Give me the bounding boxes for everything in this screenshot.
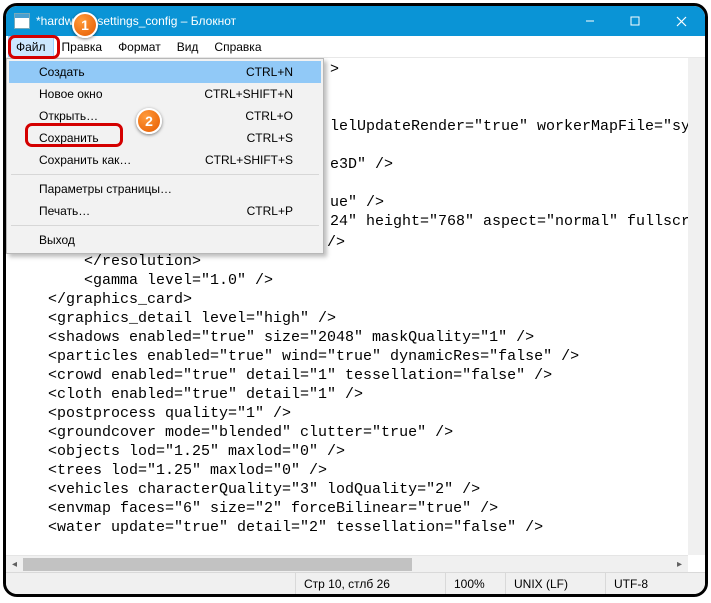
- menu-item-label: Печать…: [39, 204, 247, 218]
- maximize-button[interactable]: [612, 6, 657, 36]
- menu-item-shortcut: CTRL+SHIFT+N: [204, 87, 293, 101]
- window-frame: *hardware_settings_config – Блокнот Файл…: [3, 3, 708, 597]
- callout-1: 1: [72, 12, 98, 38]
- menu-item-exit[interactable]: Выход: [9, 229, 321, 251]
- statusbar: Стр 10, стлб 26 100% UNIX (LF) UTF-8: [6, 572, 705, 594]
- titlebar[interactable]: *hardware_settings_config – Блокнот: [6, 6, 705, 36]
- menu-help[interactable]: Справка: [206, 36, 269, 57]
- notepad-icon: [14, 13, 30, 29]
- horizontal-scrollbar[interactable]: ◂ ▸: [6, 555, 688, 572]
- menu-separator: [11, 225, 319, 226]
- menu-item-shortcut: CTRL+N: [246, 65, 293, 79]
- menu-item-page-setup[interactable]: Параметры страницы…: [9, 178, 321, 200]
- menu-edit[interactable]: Правка: [54, 36, 111, 57]
- menu-item-new[interactable]: Создать CTRL+N: [9, 61, 321, 83]
- callout-2: 2: [136, 108, 162, 134]
- status-eol: UNIX (LF): [505, 573, 605, 594]
- menu-item-label: Сохранить как…: [39, 153, 205, 167]
- status-encoding: UTF-8: [605, 573, 705, 594]
- status-position: Стр 10, стлб 26: [295, 573, 445, 594]
- menu-item-open[interactable]: Открыть… CTRL+O: [9, 105, 321, 127]
- status-zoom: 100%: [445, 573, 505, 594]
- scroll-right-icon[interactable]: ▸: [671, 556, 688, 573]
- menu-item-shortcut: CTRL+S: [247, 131, 293, 145]
- scroll-thumb[interactable]: [23, 558, 412, 571]
- menu-item-shortcut: CTRL+P: [247, 204, 293, 218]
- menu-item-shortcut: CTRL+SHIFT+S: [205, 153, 293, 167]
- scroll-track[interactable]: [23, 556, 671, 573]
- menu-item-label: Выход: [39, 233, 293, 247]
- menu-item-label: Новое окно: [39, 87, 204, 101]
- file-menu-dropdown: Создать CTRL+N Новое окно CTRL+SHIFT+N О…: [6, 58, 324, 254]
- menu-item-shortcut: CTRL+O: [245, 109, 293, 123]
- menu-item-save-as[interactable]: Сохранить как… CTRL+SHIFT+S: [9, 149, 321, 171]
- scroll-left-icon[interactable]: ◂: [6, 556, 23, 573]
- menu-item-print[interactable]: Печать… CTRL+P: [9, 200, 321, 222]
- menu-file[interactable]: Файл: [8, 36, 54, 57]
- menu-item-label: Параметры страницы…: [39, 182, 293, 196]
- close-button[interactable]: [657, 6, 705, 36]
- menu-item-label: Сохранить: [39, 131, 247, 145]
- menu-view[interactable]: Вид: [169, 36, 207, 57]
- menu-separator: [11, 174, 319, 175]
- minimize-button[interactable]: [567, 6, 612, 36]
- menu-item-save[interactable]: Сохранить CTRL+S: [9, 127, 321, 149]
- window-title: *hardware_settings_config – Блокнот: [36, 14, 236, 28]
- vertical-scrollbar[interactable]: [688, 58, 705, 555]
- menubar: Файл Правка Формат Вид Справка: [6, 36, 705, 58]
- menu-item-label: Создать: [39, 65, 246, 79]
- menu-item-new-window[interactable]: Новое окно CTRL+SHIFT+N: [9, 83, 321, 105]
- menu-format[interactable]: Формат: [110, 36, 169, 57]
